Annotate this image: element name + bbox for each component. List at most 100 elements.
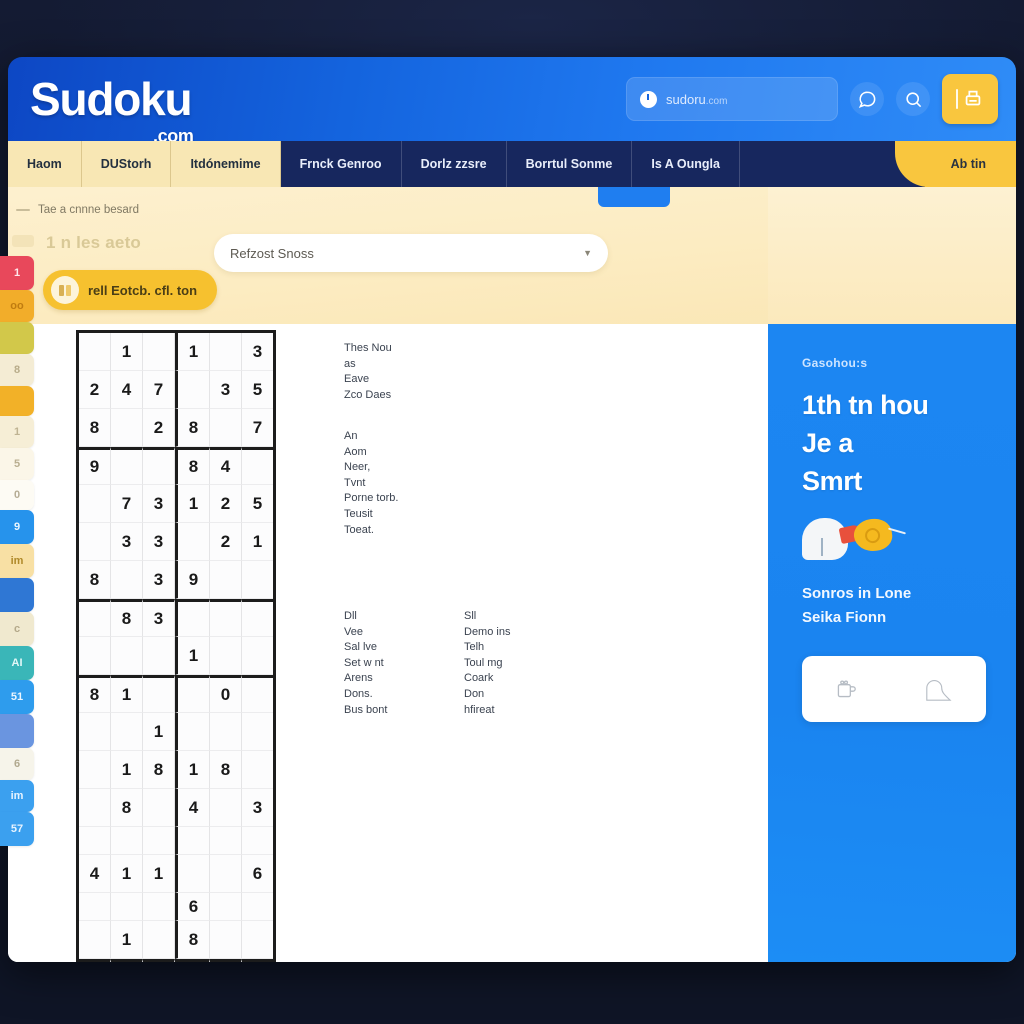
sudoku-cell[interactable]: 1 [143, 855, 175, 893]
color-chip[interactable]: c [0, 612, 34, 646]
sudoku-cell[interactable]: 9 [175, 561, 210, 599]
nav-tab-0[interactable]: Haom [8, 141, 82, 187]
chat-bubble-icon[interactable] [850, 82, 884, 116]
sudoku-cell[interactable] [79, 523, 111, 561]
sudoku-cell[interactable]: 4 [210, 447, 242, 485]
sudoku-cell[interactable]: 1 [111, 333, 143, 371]
sudoku-cell[interactable] [242, 751, 273, 789]
sudoku-cell[interactable]: 2 [143, 409, 175, 447]
sudoku-cell[interactable] [79, 485, 111, 523]
sudoku-cell[interactable] [111, 959, 143, 962]
color-chip[interactable]: 9 [0, 510, 34, 544]
print-icon[interactable] [942, 74, 998, 124]
sudoku-cell[interactable] [143, 789, 175, 827]
sudoku-cell[interactable]: 2 [79, 959, 111, 962]
sudoku-cell[interactable] [143, 675, 175, 713]
sudoku-cell[interactable] [242, 447, 273, 485]
promo-card[interactable] [802, 656, 986, 722]
nav-tab-5[interactable]: Borrtul Sonme [507, 141, 633, 187]
sudoku-cell[interactable]: 1 [175, 751, 210, 789]
color-chip[interactable]: 6 [0, 748, 34, 780]
sudoku-cell[interactable]: 3 [143, 523, 175, 561]
sudoku-cell[interactable] [143, 959, 175, 962]
sudoku-cell[interactable]: 8 [210, 751, 242, 789]
sudoku-cell[interactable] [210, 855, 242, 893]
sudoku-cell[interactable] [210, 561, 242, 599]
sudoku-cell[interactable] [143, 637, 175, 675]
sudoku-cell[interactable]: 7 [242, 409, 273, 447]
sudoku-cell[interactable] [79, 893, 111, 921]
sudoku-cell[interactable] [242, 893, 273, 921]
sudoku-cell[interactable]: 4 [79, 855, 111, 893]
sudoku-cell[interactable]: 8 [79, 561, 111, 599]
nav-tab-6[interactable]: Is A Oungla [632, 141, 740, 187]
sudoku-cell[interactable] [175, 523, 210, 561]
sudoku-cell[interactable]: 3 [210, 371, 242, 409]
sudoku-cell[interactable] [111, 561, 143, 599]
sudoku-cell[interactable]: 1 [175, 333, 210, 371]
sudoku-cell[interactable]: 3 [143, 485, 175, 523]
sudoku-cell[interactable] [79, 599, 111, 637]
account-tab[interactable]: Ab tin [894, 141, 1016, 187]
sudoku-cell[interactable] [111, 713, 143, 751]
sudoku-cell[interactable]: 5 [242, 485, 273, 523]
color-chip[interactable]: 5 [0, 448, 34, 480]
sudoku-cell[interactable]: 3 [143, 599, 175, 637]
sudoku-cell[interactable]: 8 [143, 751, 175, 789]
sudoku-cell[interactable]: 8 [111, 789, 143, 827]
sudoku-cell[interactable] [210, 713, 242, 751]
sudoku-cell[interactable]: 1 [111, 855, 143, 893]
color-chip[interactable]: 1 [0, 256, 34, 290]
sudoku-cell[interactable]: 7 [143, 371, 175, 409]
sudoku-cell[interactable] [175, 855, 210, 893]
sudoku-cell[interactable] [210, 637, 242, 675]
color-chip[interactable]: 8 [0, 354, 34, 386]
sudoku-cell[interactable]: 6 [175, 893, 210, 921]
sudoku-cell[interactable] [210, 959, 242, 962]
sudoku-cell[interactable] [175, 959, 210, 962]
sudoku-cell[interactable] [111, 637, 143, 675]
sudoku-cell[interactable]: 8 [175, 447, 210, 485]
color-chip[interactable]: 1 [0, 416, 34, 448]
sudoku-cell[interactable]: 5 [242, 371, 273, 409]
sudoku-cell[interactable] [79, 827, 111, 855]
sudoku-cell[interactable] [143, 893, 175, 921]
sudoku-cell[interactable] [210, 789, 242, 827]
nav-tab-4[interactable]: Dorlz zzsre [402, 141, 507, 187]
sudoku-cell[interactable]: 2 [210, 523, 242, 561]
color-chip[interactable]: 51 [0, 680, 34, 714]
sudoku-cell[interactable]: 0 [210, 675, 242, 713]
sudoku-cell[interactable] [143, 827, 175, 855]
sudoku-cell[interactable]: 2 [210, 485, 242, 523]
sudoku-cell[interactable] [242, 827, 273, 855]
sudoku-cell[interactable] [111, 409, 143, 447]
sudoku-cell[interactable] [210, 827, 242, 855]
sudoku-cell[interactable] [79, 789, 111, 827]
site-logo[interactable]: Sudoku .com [30, 76, 194, 145]
color-chip[interactable]: AI [0, 646, 34, 680]
url-field[interactable]: sudoru.com [626, 77, 838, 121]
color-chip[interactable]: 57 [0, 812, 34, 846]
color-chip[interactable]: oo [0, 290, 34, 322]
sudoku-cell[interactable]: 1 [111, 751, 143, 789]
color-chip-strip[interactable]: 1 oo 8 1 5 0 9 im c AI 51 6 im 57 [0, 256, 34, 846]
sudoku-cell[interactable]: 8 [79, 675, 111, 713]
search-icon[interactable] [896, 82, 930, 116]
sudoku-grid[interactable]: 1132473582879847312533218398318101181884… [76, 330, 276, 962]
sudoku-cell[interactable] [242, 599, 273, 637]
nav-tab-1[interactable]: DUStorh [81, 141, 172, 187]
sudoku-cell[interactable] [210, 599, 242, 637]
toolbar-action-button[interactable]: rell Eotcb. cfl. ton [43, 270, 218, 310]
sudoku-cell[interactable] [210, 921, 242, 959]
sudoku-cell[interactable] [79, 921, 111, 959]
filter-select[interactable]: Refzost Snoss ▼ [214, 234, 608, 272]
color-chip[interactable]: im [0, 544, 34, 578]
sudoku-cell[interactable]: 1 [175, 637, 210, 675]
nav-tab-2[interactable]: Itdónemime [171, 141, 281, 187]
sudoku-cell[interactable] [210, 409, 242, 447]
sudoku-cell[interactable] [175, 827, 210, 855]
sudoku-cell[interactable] [242, 637, 273, 675]
sudoku-cell[interactable]: 7 [111, 485, 143, 523]
sudoku-cell[interactable] [210, 893, 242, 921]
color-chip[interactable] [0, 714, 34, 748]
